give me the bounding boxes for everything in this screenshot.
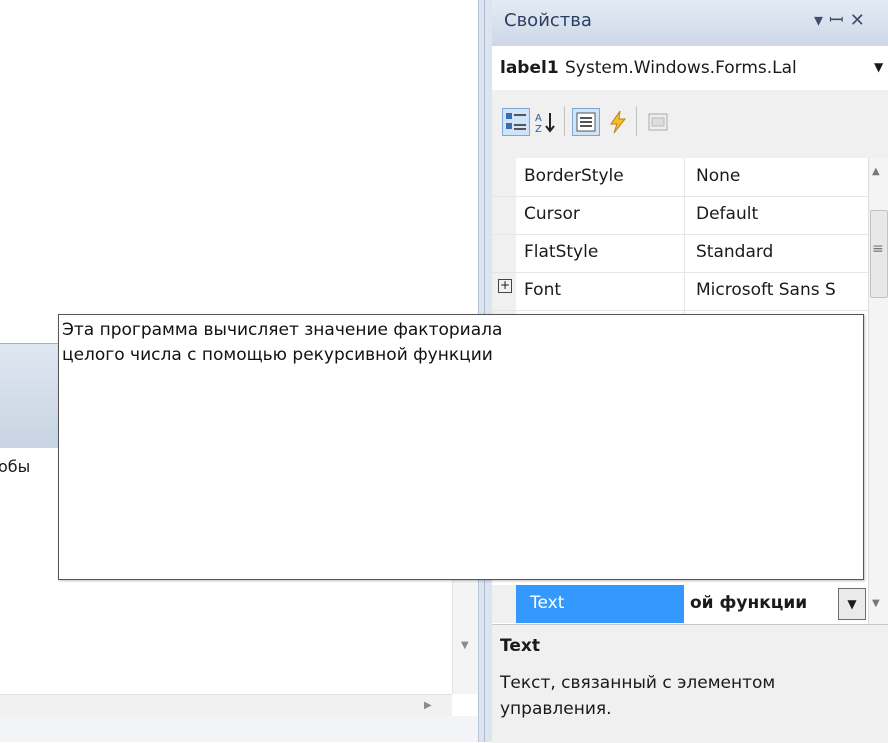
object-type: System.Windows.Forms.Lal — [565, 58, 797, 78]
expand-icon[interactable]: + — [498, 279, 512, 293]
description-text: Текст, связанный с элементом управления. — [500, 673, 776, 719]
property-row-text-name[interactable]: Text — [516, 585, 684, 623]
property-pages-button — [644, 108, 672, 136]
property-name: Font — [524, 280, 562, 300]
close-icon[interactable]: ✕ — [850, 10, 871, 31]
property-value[interactable]: None — [696, 166, 740, 186]
toolbar-separator — [564, 106, 565, 136]
alphabetical-sort-icon: A Z — [535, 113, 555, 135]
property-row-cursor[interactable]: Cursor Default — [492, 196, 874, 235]
scroll-up-icon[interactable]: ▲ — [872, 166, 880, 177]
properties-button[interactable] — [572, 108, 600, 136]
object-name: label1 — [500, 58, 559, 78]
left-horizontal-scrollbar[interactable]: ▶ — [0, 694, 452, 718]
property-value[interactable]: Microsoft Sans S — [696, 280, 868, 300]
svg-text:A: A — [535, 113, 542, 124]
property-name: Cursor — [524, 204, 580, 224]
alphabetical-button[interactable]: A Z — [532, 108, 560, 136]
left-status-area — [0, 716, 478, 742]
properties-list-icon — [576, 112, 596, 132]
categorized-button[interactable] — [502, 108, 530, 136]
lightning-icon — [610, 110, 627, 134]
scroll-right-icon[interactable]: ▶ — [424, 700, 432, 711]
property-row-borderstyle[interactable]: BorderStyle None — [492, 158, 874, 197]
property-value[interactable]: Default — [696, 204, 758, 224]
grip-icon: ≡ — [872, 241, 884, 257]
property-value[interactable]: ой функции — [690, 593, 807, 613]
chevron-down-icon[interactable]: ▼ — [874, 60, 883, 74]
dropdown-arrow-button[interactable]: ▼ — [838, 588, 866, 620]
property-value[interactable]: Standard — [696, 242, 773, 262]
description-title: Text — [500, 636, 540, 656]
title-bar-buttons[interactable]: ▾ꟷ✕ — [814, 8, 871, 32]
window-position-icon[interactable]: ▾ — [814, 10, 829, 31]
scroll-down-icon[interactable]: ▼ — [461, 640, 469, 651]
property-name: FlatStyle — [524, 242, 599, 262]
left-list-fragment: обы — [0, 457, 31, 476]
property-name: BorderStyle — [524, 166, 624, 186]
events-button[interactable] — [604, 108, 632, 136]
property-row-flatstyle[interactable]: FlatStyle Standard — [492, 234, 874, 273]
text-editor-content[interactable]: Эта программа вычисляет значение фактори… — [62, 318, 502, 368]
property-row-font[interactable]: Font Microsoft Sans S — [492, 272, 874, 311]
categorized-icon — [506, 113, 526, 130]
property-name: Text — [530, 593, 565, 613]
scroll-down-icon[interactable]: ▼ — [872, 598, 880, 609]
grid-gutter — [492, 585, 516, 623]
toolbar-separator — [636, 106, 637, 136]
svg-text:Z: Z — [535, 124, 542, 135]
property-pages-icon — [648, 113, 668, 131]
pin-icon[interactable]: ꟷ — [829, 10, 850, 31]
properties-title: Свойства — [504, 10, 592, 31]
